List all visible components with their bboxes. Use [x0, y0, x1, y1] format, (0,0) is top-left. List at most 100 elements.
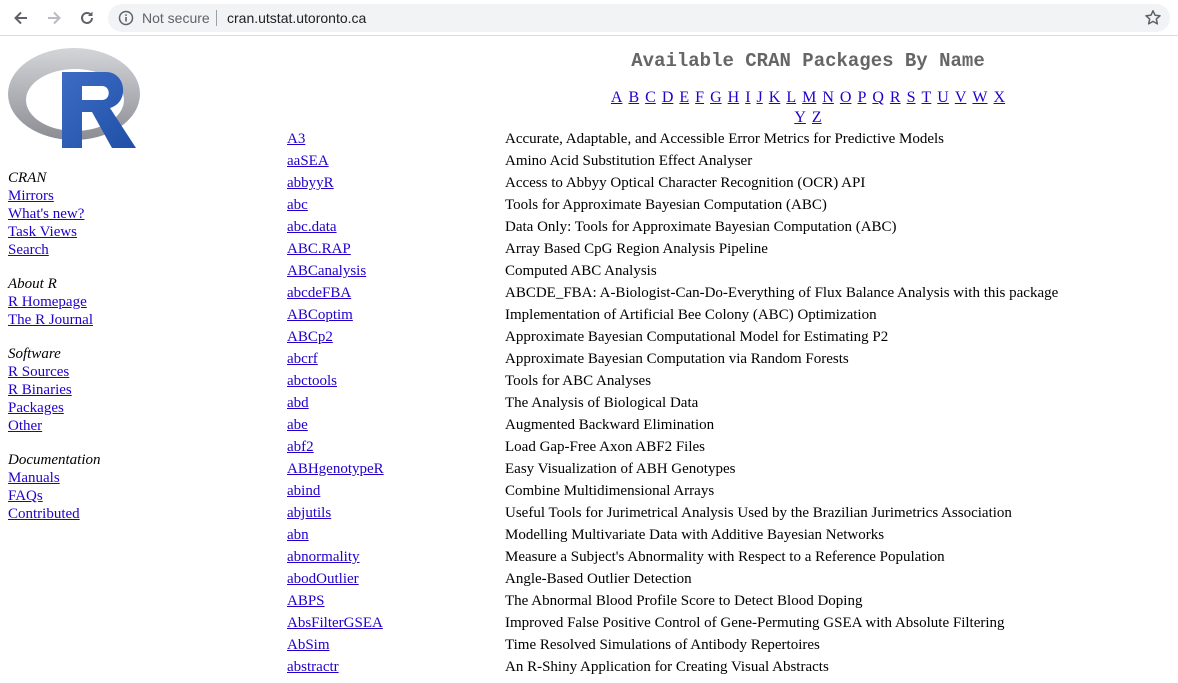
letter-link-d[interactable]: D: [662, 89, 674, 106]
page-title: Available CRAN Packages By Name: [631, 50, 985, 72]
package-link[interactable]: abd: [287, 395, 309, 411]
sidebar-link-faqs[interactable]: FAQs: [8, 487, 43, 505]
letter-link-u[interactable]: U: [937, 89, 949, 106]
letter-link-g[interactable]: G: [710, 89, 722, 106]
table-row: AbSim Time Resolved Simulations of Antibo…: [287, 634, 1058, 656]
letter-link-a[interactable]: A: [611, 89, 623, 106]
sidebar-link-packages[interactable]: Packages: [8, 399, 64, 417]
letter-link-z[interactable]: Z: [812, 109, 822, 126]
package-link[interactable]: abe: [287, 417, 308, 433]
sidebar-link-mirrors[interactable]: Mirrors: [8, 187, 54, 205]
package-name-cell: abcrf: [287, 348, 505, 370]
letter-link-l[interactable]: L: [786, 89, 796, 106]
package-link[interactable]: A3: [287, 131, 305, 147]
package-link[interactable]: abn: [287, 527, 309, 543]
browser-toolbar: Not secure cran.utstat.utoronto.ca: [0, 0, 1178, 36]
package-title: Load Gap-Free Axon ABF2 Files: [505, 439, 705, 455]
package-name-cell: abc: [287, 194, 505, 216]
letter-link-k[interactable]: K: [769, 89, 781, 106]
letter-link-m[interactable]: M: [802, 89, 816, 106]
package-title: Tools for Approximate Bayesian Computati…: [505, 197, 827, 213]
forward-icon[interactable]: [42, 6, 66, 30]
letter-link-v[interactable]: V: [955, 89, 967, 106]
sidebar-link-search[interactable]: Search: [8, 241, 49, 259]
package-link[interactable]: abc: [287, 197, 308, 213]
package-name-cell: AbSim: [287, 634, 505, 656]
sidebar-heading: CRAN: [8, 170, 47, 186]
table-row: abind Combine Multidimensional Arrays: [287, 480, 1058, 502]
package-link[interactable]: ABCanalysis: [287, 263, 366, 279]
reload-icon[interactable]: [75, 6, 99, 30]
package-name-cell: abd: [287, 392, 505, 414]
letter-link-r[interactable]: R: [890, 89, 901, 106]
letter-link-w[interactable]: W: [972, 89, 987, 106]
package-title: Augmented Backward Elimination: [505, 417, 715, 433]
package-link[interactable]: ABC.RAP: [287, 241, 351, 257]
package-link[interactable]: ABCp2: [287, 329, 333, 345]
package-link[interactable]: ABPS: [287, 593, 325, 609]
package-title: Implementation of Artificial Bee Colony …: [505, 307, 877, 323]
package-link[interactable]: abf2: [287, 439, 314, 455]
table-row: ABHgenotypeR Easy Visualization of ABH Ge…: [287, 458, 1058, 480]
star-icon[interactable]: [1144, 9, 1162, 27]
sidebar-heading: Software: [8, 346, 61, 362]
sidebar-link-manuals[interactable]: Manuals: [8, 469, 60, 487]
package-link[interactable]: abjutils: [287, 505, 331, 521]
package-link[interactable]: AbSim: [287, 637, 330, 653]
package-link[interactable]: abc.data: [287, 219, 337, 235]
package-link[interactable]: abind: [287, 483, 320, 499]
package-link[interactable]: abodOutlier: [287, 571, 359, 587]
sidebar-link-r-homepage[interactable]: R Homepage: [8, 293, 87, 311]
package-link[interactable]: ABHgenotypeR: [287, 461, 384, 477]
package-link[interactable]: abbyyR: [287, 175, 334, 191]
package-title: Improved False Positive Control of Gene-…: [505, 615, 1005, 631]
letter-link-c[interactable]: C: [645, 89, 656, 106]
letter-link-p[interactable]: P: [857, 89, 866, 106]
letter-link-j[interactable]: J: [757, 89, 763, 106]
package-name-cell: abnormality: [287, 546, 505, 568]
letter-link-t[interactable]: T: [922, 89, 932, 106]
sidebar-link-whats-new[interactable]: What's new?: [8, 205, 84, 223]
package-link[interactable]: abcrf: [287, 351, 318, 367]
letter-link-y[interactable]: Y: [794, 109, 806, 126]
package-title: Modelling Multivariate Data with Additiv…: [505, 527, 885, 543]
sidebar-link-r-journal[interactable]: The R Journal: [8, 311, 93, 329]
package-link[interactable]: abctools: [287, 373, 337, 389]
r-logo[interactable]: [8, 44, 142, 150]
sidebar-heading: Documentation: [8, 452, 101, 468]
address-bar[interactable]: Not secure cran.utstat.utoronto.ca: [108, 4, 1170, 32]
package-name-cell: ABCp2: [287, 326, 505, 348]
package-link[interactable]: abstractr: [287, 659, 339, 675]
letter-link-n[interactable]: N: [822, 89, 834, 106]
letter-link-f[interactable]: F: [695, 89, 704, 106]
sidebar-group-software: Software R Sources R Binaries Packages O…: [8, 345, 208, 435]
letter-link-s[interactable]: S: [907, 89, 916, 106]
letter-link-e[interactable]: E: [679, 89, 689, 106]
info-icon[interactable]: [118, 10, 134, 26]
table-row: abnormality Measure a Subject's Abnormali…: [287, 546, 1058, 568]
package-link[interactable]: AbsFilterGSEA: [287, 615, 383, 631]
back-icon[interactable]: [9, 6, 33, 30]
package-link[interactable]: abnormality: [287, 549, 359, 565]
package-name-cell: aaSEA: [287, 150, 505, 172]
sidebar-link-task-views[interactable]: Task Views: [8, 223, 77, 241]
sidebar-link-contributed[interactable]: Contributed: [8, 505, 80, 523]
letter-link-h[interactable]: H: [728, 89, 740, 106]
letter-link-b[interactable]: B: [628, 89, 639, 106]
package-title: An R-Shiny Application for Creating Visu…: [505, 659, 829, 675]
package-link[interactable]: abcdeFBA: [287, 285, 351, 301]
package-link[interactable]: aaSEA: [287, 153, 329, 169]
url-text[interactable]: cran.utstat.utoronto.ca: [227, 9, 366, 27]
package-title: Access to Abbyy Optical Character Recogn…: [505, 175, 866, 191]
sidebar-group-documentation: Documentation Manuals FAQs Contributed: [8, 451, 208, 523]
sidebar-link-r-binaries[interactable]: R Binaries: [8, 381, 72, 399]
letter-link-x[interactable]: X: [994, 89, 1006, 106]
table-row: abjutils Useful Tools for Jurimetrical An…: [287, 502, 1058, 524]
sidebar-link-other[interactable]: Other: [8, 417, 42, 435]
letter-link-o[interactable]: O: [840, 89, 852, 106]
package-link[interactable]: ABCoptim: [287, 307, 353, 323]
package-name-cell: abind: [287, 480, 505, 502]
letter-link-q[interactable]: Q: [872, 89, 884, 106]
sidebar-link-r-sources[interactable]: R Sources: [8, 363, 69, 381]
letter-link-i[interactable]: I: [745, 89, 750, 106]
